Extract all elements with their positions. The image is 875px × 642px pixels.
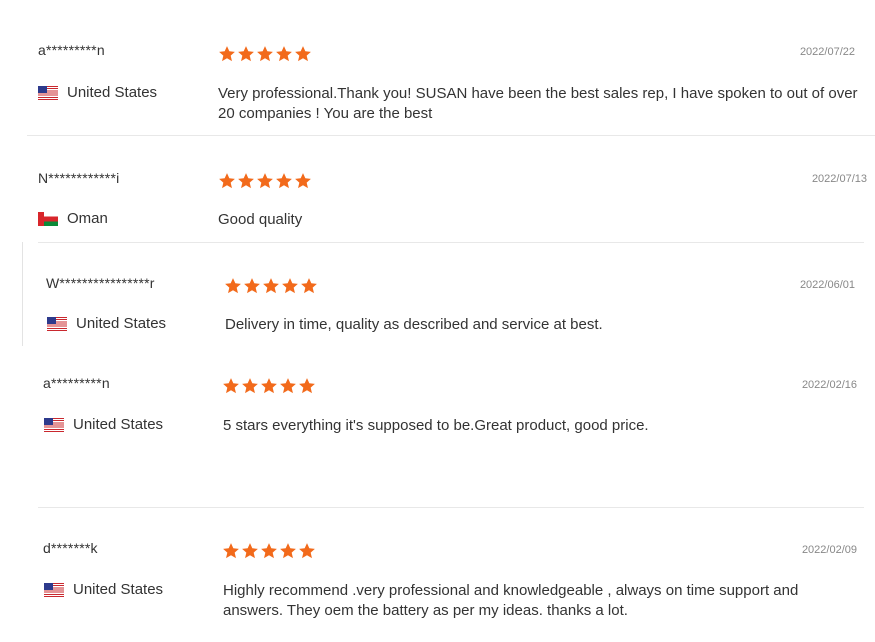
star-icon	[301, 278, 317, 294]
review-divider	[27, 135, 875, 136]
star-icon	[223, 543, 239, 559]
star-icon	[299, 543, 315, 559]
review-date: 2022/02/16	[801, 379, 857, 391]
reviewer-name: N************i	[38, 170, 120, 186]
star-icon	[257, 46, 273, 62]
reviewer-name: d*******k	[43, 540, 98, 556]
reviewer-country: United States	[38, 84, 157, 101]
rating-stars	[222, 542, 317, 560]
star-icon	[244, 278, 260, 294]
review-comment: 5 stars everything it's supposed to be.G…	[223, 417, 649, 434]
reviewer-country: United States	[47, 315, 166, 332]
country-label: Oman	[67, 210, 108, 227]
rating-stars	[224, 277, 319, 295]
star-icon	[238, 173, 254, 189]
reviewer-name: a*********n	[38, 42, 105, 58]
country-label: United States	[76, 315, 167, 332]
star-icon	[238, 46, 254, 62]
star-icon	[280, 543, 296, 559]
star-icon	[263, 278, 279, 294]
rating-stars	[218, 45, 313, 63]
reviewer-name: W****************r	[46, 275, 155, 291]
reviewer-name: a*********n	[43, 375, 110, 391]
star-icon	[261, 543, 277, 559]
star-icon	[299, 378, 315, 394]
country-label: United States	[67, 84, 158, 101]
country-label: United States	[73, 581, 164, 598]
review-comment: Good quality	[218, 211, 303, 228]
us-flag-icon	[44, 582, 64, 597]
star-icon	[276, 46, 292, 62]
reviewer-country: Oman	[38, 210, 108, 227]
review-date: 2022/02/09	[801, 544, 857, 556]
us-flag-icon	[47, 316, 67, 331]
review-date: 2022/07/22	[799, 46, 855, 58]
star-icon	[261, 378, 277, 394]
star-icon	[219, 46, 235, 62]
star-icon	[280, 378, 296, 394]
star-icon	[223, 378, 239, 394]
country-label: United States	[73, 416, 164, 433]
star-icon	[295, 173, 311, 189]
star-icon	[242, 378, 258, 394]
review-comment: Very professional.Thank you! SUSAN have …	[218, 85, 858, 122]
rating-stars	[218, 172, 313, 190]
star-icon	[219, 173, 235, 189]
review-comment: Delivery in time, quality as described a…	[225, 316, 603, 333]
us-flag-icon	[38, 85, 58, 100]
us-flag-icon	[44, 417, 64, 432]
review-comment: Highly recommend .very professional and …	[223, 582, 799, 619]
star-icon	[295, 46, 311, 62]
star-icon	[225, 278, 241, 294]
review-date: 2022/06/01	[799, 279, 855, 291]
review-divider	[38, 242, 864, 243]
star-icon	[282, 278, 298, 294]
reviewer-country: United States	[44, 416, 163, 433]
star-icon	[257, 173, 273, 189]
reviewer-country: United States	[44, 581, 163, 598]
review-date: 2022/07/13	[811, 173, 867, 185]
oman-flag-icon	[38, 211, 58, 226]
star-icon	[242, 543, 258, 559]
review-divider	[38, 507, 864, 508]
thread-indent-line	[22, 242, 23, 346]
rating-stars	[222, 377, 317, 395]
star-icon	[276, 173, 292, 189]
